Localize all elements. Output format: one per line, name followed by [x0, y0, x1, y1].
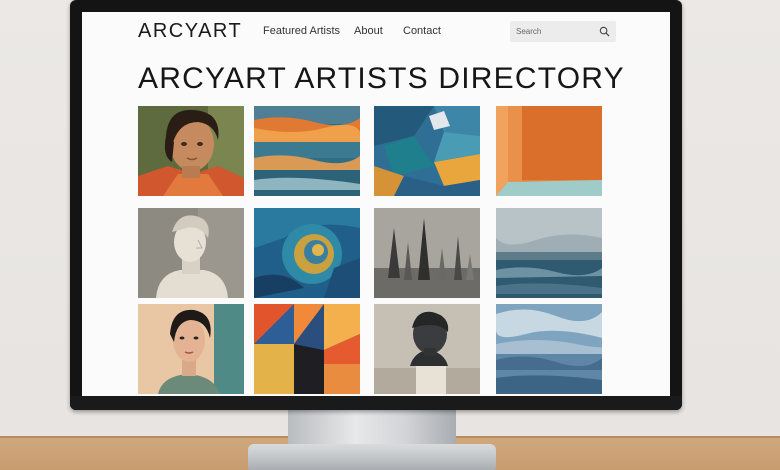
artwork-foggy-forest[interactable]: [374, 208, 480, 298]
top-navigation: ARCYART Featured Artists About Contact: [82, 12, 670, 52]
nav-link-featured-artists[interactable]: Featured Artists: [263, 25, 340, 37]
monitor-stand-base: [248, 444, 496, 470]
artwork-blue-abstract[interactable]: [374, 106, 480, 196]
browser-screen: ARCYART Featured Artists About Contact A…: [82, 12, 670, 396]
nav-link-about[interactable]: About: [354, 25, 383, 37]
nav-link-contact[interactable]: Contact: [403, 25, 441, 37]
artwork-orange-geometric[interactable]: [496, 106, 602, 196]
artwork-cloudy-landscape[interactable]: [496, 304, 602, 394]
artwork-marble-bust[interactable]: [138, 208, 244, 298]
artwork-bronze-bust[interactable]: [374, 304, 480, 394]
site-logo[interactable]: ARCYART: [138, 20, 242, 43]
search-box[interactable]: [510, 21, 616, 42]
search-icon[interactable]: [599, 26, 610, 37]
monitor-stand: [288, 408, 456, 448]
artwork-portrait-woman[interactable]: [138, 106, 244, 196]
artwork-portrait-woman-2[interactable]: [138, 304, 244, 394]
page-title: ARCYART ARTISTS DIRECTORY: [138, 62, 625, 95]
search-input[interactable]: [516, 24, 594, 39]
artwork-stormy-sea[interactable]: [496, 208, 602, 298]
monitor-chin: [70, 396, 682, 410]
artwork-color-blocks[interactable]: [254, 304, 360, 394]
artwork-swirl-abstract[interactable]: [254, 208, 360, 298]
artwork-sunset-sea[interactable]: [254, 106, 360, 196]
